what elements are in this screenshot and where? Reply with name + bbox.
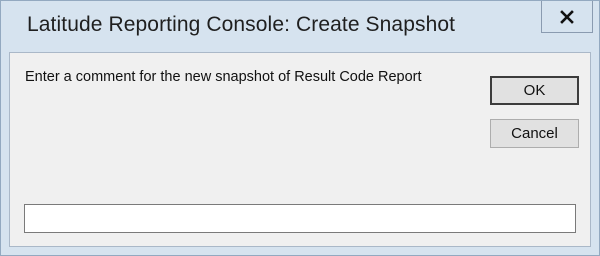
window-title: Latitude Reporting Console: Create Snaps… [27, 13, 456, 36]
dialog-body: Enter a comment for the new snapshot of … [9, 52, 591, 247]
cancel-button[interactable]: Cancel [490, 119, 579, 148]
title-bar: Latitude Reporting Console: Create Snaps… [1, 1, 599, 52]
comment-input[interactable] [24, 204, 576, 233]
close-button[interactable] [541, 1, 593, 33]
create-snapshot-dialog: Latitude Reporting Console: Create Snaps… [0, 0, 600, 256]
comment-prompt: Enter a comment for the new snapshot of … [25, 69, 422, 85]
ok-button[interactable]: OK [490, 76, 579, 105]
close-icon [560, 9, 574, 24]
